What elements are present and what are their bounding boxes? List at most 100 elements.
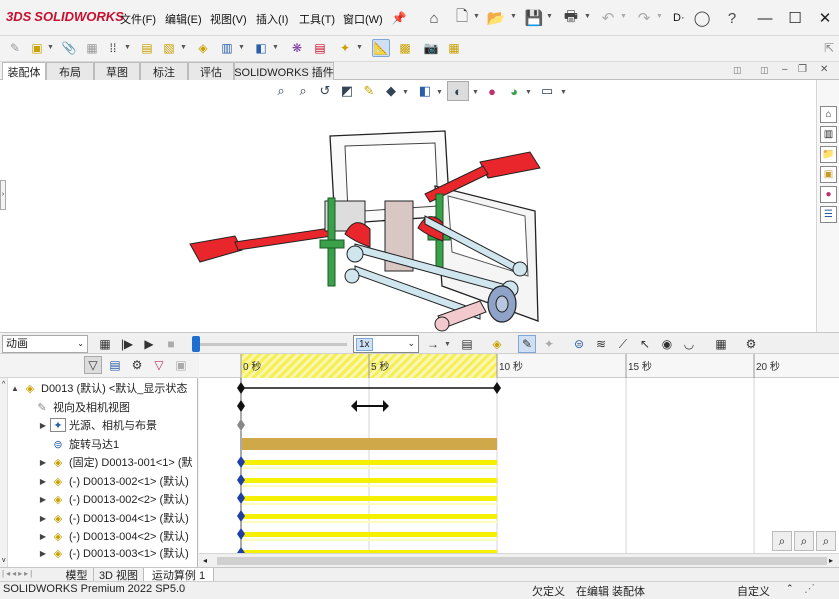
doc-minimize-icon[interactable]: –: [782, 64, 788, 75]
show-hidden-icon[interactable]: ◈: [194, 39, 212, 57]
menu-file[interactable]: 文件(F): [120, 11, 156, 27]
pin-icon[interactable]: 📌: [389, 8, 409, 28]
animation-wizard-icon[interactable]: ◈: [488, 335, 506, 353]
instant3d-icon[interactable]: 📐: [372, 39, 390, 57]
filter-driving-icon[interactable]: ▤: [106, 356, 124, 374]
tree-scrollbar[interactable]: [0, 378, 8, 567]
tab-solidworks-addins[interactable]: SOLIDWORKS 插件: [234, 62, 334, 80]
print-icon[interactable]: 🖶: [561, 8, 581, 28]
view-orientation-icon[interactable]: ◆: [382, 82, 400, 100]
units-status[interactable]: 自定义: [737, 583, 770, 599]
help-icon[interactable]: ?: [722, 8, 742, 28]
scroll-up-icon[interactable]: ^: [2, 381, 5, 388]
chevron-down-icon[interactable]: ▼: [473, 13, 480, 20]
display-style-icon[interactable]: ◧: [416, 82, 434, 100]
new-document-icon[interactable]: 🗋: [452, 8, 472, 28]
chevron-down-icon[interactable]: ▼: [436, 89, 443, 96]
chevron-down-icon[interactable]: ▼: [180, 44, 187, 51]
tab-layout[interactable]: 布局: [46, 62, 94, 80]
scroll-right-icon[interactable]: ▸: [829, 556, 833, 565]
chevron-down-icon[interactable]: ▼: [525, 89, 532, 96]
zoom-out-timeline-icon[interactable]: ⌕: [772, 531, 792, 551]
dynamic-annotation-icon[interactable]: ✎: [360, 82, 378, 100]
apply-scene-icon[interactable]: ◕: [505, 82, 523, 100]
minimize-icon[interactable]: —: [752, 6, 778, 30]
menu-tools[interactable]: 工具(T): [299, 11, 335, 27]
motor-icon[interactable]: ⊜: [570, 335, 588, 353]
expand-icon[interactable]: ▶: [38, 421, 48, 430]
chevron-down-icon[interactable]: ▼: [402, 89, 409, 96]
scroll-down-icon[interactable]: v: [2, 557, 6, 564]
zoom-in-timeline-icon[interactable]: ⌕: [794, 531, 814, 551]
component-preview-icon[interactable]: ▦: [83, 39, 101, 57]
tab-sketch[interactable]: 草图: [94, 62, 140, 80]
collapse-tree-icon[interactable]: ▣: [172, 356, 190, 374]
large-assembly-mode-icon[interactable]: ▦: [445, 39, 463, 57]
bill-of-materials-icon[interactable]: ▤: [311, 39, 329, 57]
graphics-area[interactable]: ⌕ ⌕ ↺ ◩ ✎ ◆ ▼ ◧ ▼ ◐ ▼ ● ◕ ▼ ▭ ▼ ›: [0, 80, 816, 332]
chevron-up-icon[interactable]: ⌃: [786, 583, 794, 594]
results-and-plots-icon[interactable]: ▦: [712, 335, 730, 353]
home-task-icon[interactable]: ⌂: [820, 106, 837, 123]
exploded-view-icon[interactable]: ✦: [336, 39, 354, 57]
play-icon[interactable]: ▶: [140, 335, 158, 353]
menu-window[interactable]: 窗口(W): [343, 11, 383, 27]
assembly-features-icon[interactable]: ▥: [218, 39, 236, 57]
custom-properties-icon[interactable]: ☰: [820, 206, 837, 223]
chevron-down-icon[interactable]: ▼: [656, 13, 663, 20]
expand-icon[interactable]: ▶: [38, 549, 48, 558]
open-folder-icon[interactable]: 📂: [486, 8, 506, 28]
chevron-down-icon[interactable]: ▼: [47, 44, 54, 51]
edit-component-icon[interactable]: ✎: [6, 39, 24, 57]
play-from-start-icon[interactable]: |▶: [118, 335, 136, 353]
chevron-down-icon[interactable]: ▼: [560, 89, 567, 96]
menu-view[interactable]: 视图(V): [210, 11, 247, 27]
menu-insert[interactable]: 插入(I): [256, 11, 288, 27]
chevron-down-icon[interactable]: ▼: [356, 44, 363, 51]
resize-grip-icon[interactable]: ⋰: [804, 582, 815, 595]
playback-mode-icon[interactable]: →: [424, 335, 442, 353]
expand-icon[interactable]: ▶: [38, 495, 48, 504]
spring-icon[interactable]: ≋: [592, 335, 610, 353]
file-explorer-icon[interactable]: 📁: [820, 146, 837, 163]
tab-markup[interactable]: 标注: [140, 62, 188, 80]
scroll-thumb[interactable]: [217, 557, 827, 565]
chevron-down-icon[interactable]: ▼: [238, 44, 245, 51]
stop-icon[interactable]: ■: [162, 335, 180, 353]
chevron-down-icon[interactable]: ▼: [272, 44, 279, 51]
solidworks-logo[interactable]: 3DS SOLIDWORKS: [6, 9, 124, 24]
new-motion-study-icon[interactable]: ❋: [288, 39, 306, 57]
prev-pane-icon[interactable]: ◫: [733, 65, 742, 76]
home-icon[interactable]: ⌂: [424, 8, 444, 28]
add-key-icon[interactable]: ✦: [540, 335, 558, 353]
study-type-select[interactable]: 动画 ⌄: [2, 335, 88, 353]
menu-edit[interactable]: 编辑(E): [165, 11, 202, 27]
damper-icon[interactable]: ⟋: [614, 335, 632, 353]
save-animation-icon[interactable]: ▤: [458, 335, 476, 353]
tree-row-assembly[interactable]: ▲ ◈ D0013 (默认) <默认_显示状态: [10, 379, 208, 398]
redo-icon[interactable]: ↷: [634, 8, 654, 28]
doc-restore-icon[interactable]: ❐: [798, 64, 807, 75]
calculate-icon[interactable]: ▦: [96, 335, 114, 353]
force-icon[interactable]: ↖: [636, 335, 654, 353]
chevron-down-icon[interactable]: ▼: [620, 13, 627, 20]
save-icon[interactable]: 💾: [524, 8, 544, 28]
tab-scroll-arrows[interactable]: |◂◂▸▸|: [2, 569, 34, 578]
motion-study-properties-icon[interactable]: ⚙: [742, 335, 760, 353]
playback-slider[interactable]: [192, 335, 347, 353]
pin-toolbar-icon[interactable]: ⇱: [820, 39, 838, 57]
section-view-icon[interactable]: ◩: [338, 82, 356, 100]
scroll-left-icon[interactable]: ◂: [203, 556, 207, 565]
contact-icon[interactable]: ◉: [658, 335, 676, 353]
insert-component-icon[interactable]: ▣: [28, 39, 46, 57]
slider-thumb[interactable]: [192, 336, 200, 352]
close-icon[interactable]: ✕: [812, 6, 838, 30]
chevron-down-icon[interactable]: ▼: [444, 341, 451, 348]
update-speedpak-icon[interactable]: ▩: [396, 39, 414, 57]
view-palette-icon[interactable]: ▣: [820, 166, 837, 183]
design-library-icon[interactable]: ▥: [820, 126, 837, 143]
mate-icon[interactable]: 📎: [60, 39, 78, 57]
tab-3d-view[interactable]: 3D 视图: [94, 568, 144, 582]
linear-pattern-icon[interactable]: ⁞⁞: [104, 39, 122, 57]
hide-show-items-icon[interactable]: ◐: [447, 81, 469, 101]
